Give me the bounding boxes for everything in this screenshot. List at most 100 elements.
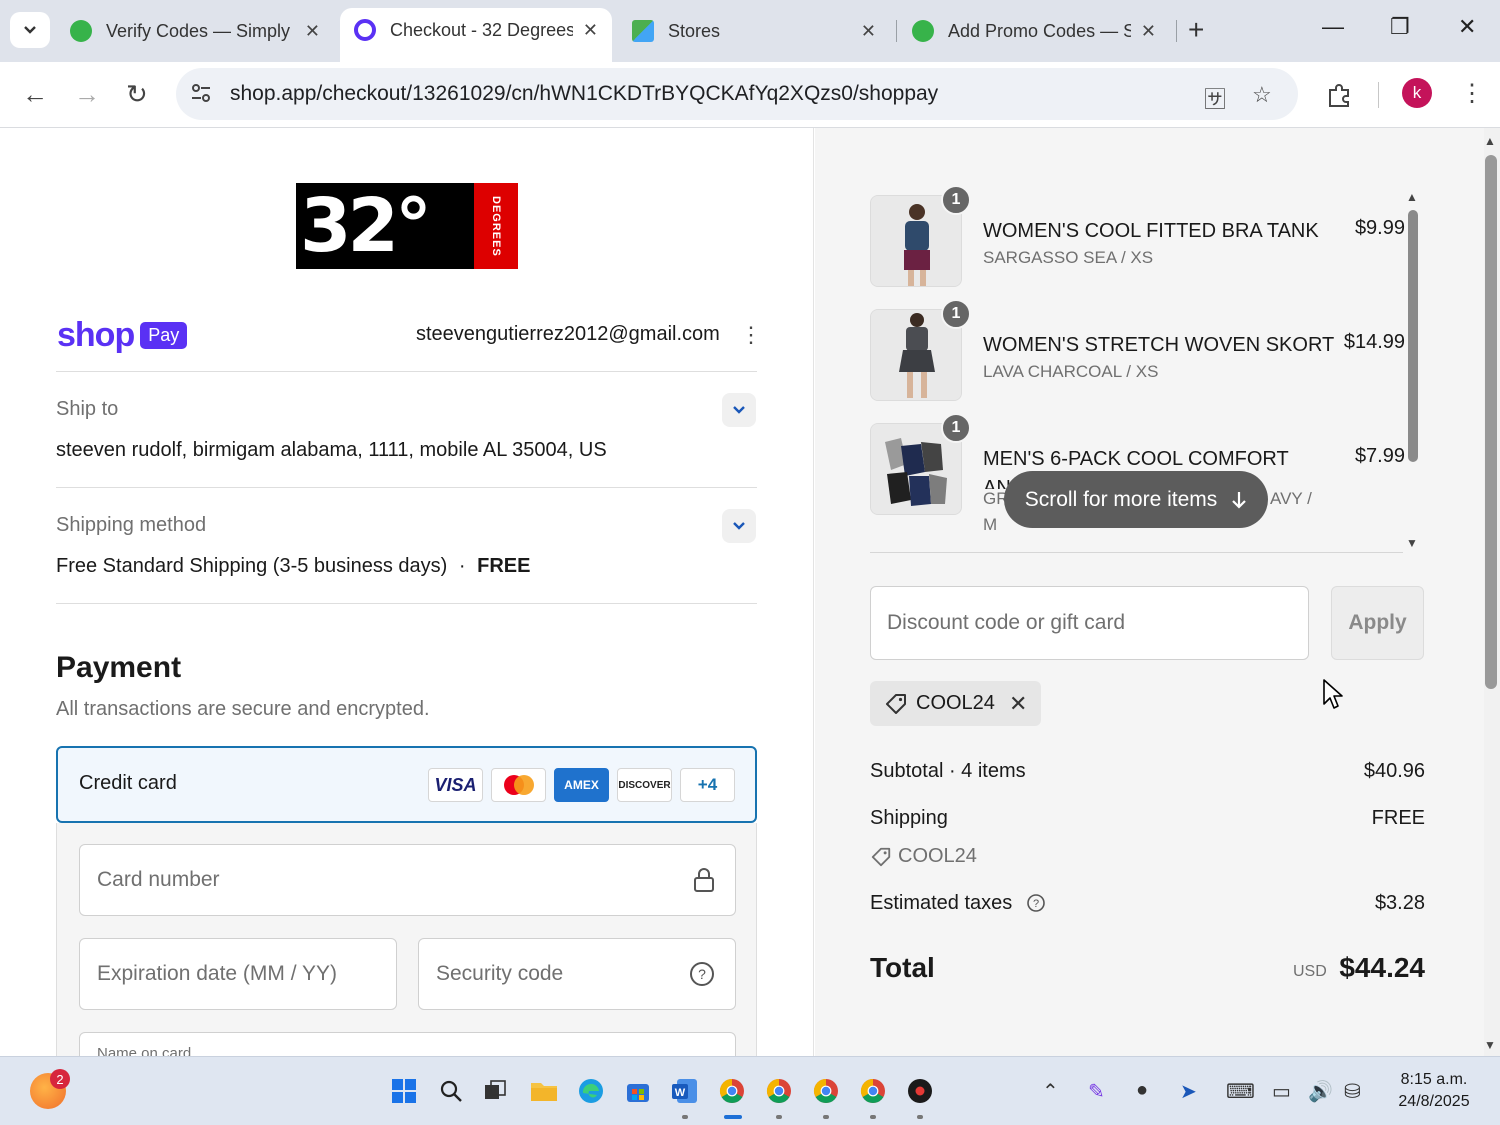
help-circle-icon[interactable]: ?	[689, 961, 715, 987]
scroll-hint-text: Scroll for more items	[1024, 487, 1218, 511]
chrome-app-icon[interactable]	[714, 1073, 750, 1109]
close-tab-icon[interactable]: ✕	[583, 20, 598, 41]
url-text[interactable]: shop.app/checkout/13261029/cn/hWN1CKDTrB…	[230, 82, 938, 106]
ship-to-label: Ship to	[56, 398, 119, 420]
card-number-field[interactable]	[79, 844, 736, 916]
translate-icon[interactable]: 🈂	[1204, 82, 1226, 114]
credit-card-label: Credit card	[79, 772, 177, 794]
minimize-icon[interactable]: —	[1322, 14, 1344, 40]
product-variant: SARGASSO SEA / XS	[983, 248, 1154, 267]
product-variant: M	[983, 515, 998, 534]
close-tab-icon[interactable]: ✕	[305, 21, 320, 42]
page-scrollbar-thumb[interactable]	[1485, 155, 1497, 689]
language-icon[interactable]: ⛁	[1344, 1079, 1361, 1104]
security-code-input[interactable]	[419, 939, 735, 1009]
profile-initial: k	[1412, 83, 1422, 102]
scroll-for-more-button[interactable]: Scroll for more items	[1004, 471, 1268, 528]
close-window-icon[interactable]: ✕	[1458, 14, 1476, 40]
shipping-method-expand-button[interactable]	[722, 509, 756, 543]
help-circle-icon[interactable]: ?	[1026, 893, 1046, 913]
tab-checkout[interactable]: Checkout - 32 Degrees ✕	[340, 8, 612, 62]
page-scroll-up-icon[interactable]: ▲	[1484, 134, 1496, 148]
restore-icon[interactable]: ❐	[1390, 14, 1410, 40]
recorder-app-icon[interactable]	[902, 1073, 938, 1109]
back-icon[interactable]: ←	[22, 80, 48, 108]
forward-icon[interactable]: →	[74, 80, 100, 108]
file-explorer-icon[interactable]	[526, 1073, 562, 1109]
remove-discount-icon[interactable]: ✕	[1009, 691, 1027, 717]
credit-card-form: ? Name on card	[56, 823, 757, 1056]
page-scroll-down-icon[interactable]: ▼	[1484, 1038, 1496, 1052]
close-tab-icon[interactable]: ✕	[861, 21, 876, 42]
items-scrollbar-thumb[interactable]	[1408, 210, 1418, 462]
line-item: 1 WOMEN'S COOL FITTED BRA TANK SARGASSO …	[870, 185, 1405, 295]
shipping-method-price: FREE	[477, 555, 531, 577]
edge-browser-icon[interactable]	[573, 1073, 609, 1109]
tab-title: Checkout - 32 Degrees	[390, 19, 573, 40]
word-app-icon[interactable]: W	[667, 1073, 703, 1109]
arrow-down-icon	[1232, 491, 1247, 509]
close-tab-icon[interactable]: ✕	[1141, 21, 1156, 42]
tab-verify-codes[interactable]: Verify Codes — Simply ✕	[56, 10, 334, 52]
keyboard-icon[interactable]: ⌨	[1226, 1079, 1255, 1104]
shipping-method-name: Free Standard Shipping (3-5 business day…	[56, 555, 448, 577]
display-icon[interactable]: ▭	[1272, 1079, 1291, 1104]
tab-stores[interactable]: Stores ✕	[618, 10, 890, 52]
applied-code-text: COOL24	[916, 692, 995, 714]
recorder-tray-icon[interactable]: ●	[1136, 1079, 1148, 1102]
logo-tag: DEGREES	[474, 183, 518, 269]
chrome-app-icon[interactable]	[855, 1073, 891, 1109]
expiration-field[interactable]	[79, 938, 397, 1010]
payment-heading: Payment	[56, 651, 182, 684]
apply-discount-button[interactable]: Apply	[1331, 586, 1424, 660]
shipping-row: Shipping FREE	[870, 807, 1425, 830]
chrome-app-icon[interactable]	[808, 1073, 844, 1109]
task-view-icon[interactable]	[477, 1073, 513, 1109]
discover-text: DISCOVER	[618, 779, 671, 791]
profile-avatar[interactable]: k	[1402, 78, 1432, 108]
toolbar-separator	[1378, 82, 1379, 108]
expiration-input[interactable]	[80, 939, 396, 1009]
pen-tray-icon[interactable]: ✎	[1088, 1079, 1105, 1104]
menu-kebab-icon[interactable]: ⋮	[1460, 80, 1484, 108]
store-app-icon[interactable]	[620, 1073, 656, 1109]
card-number-input[interactable]	[80, 845, 735, 915]
discount-code-field[interactable]	[870, 586, 1309, 660]
product-price: $14.99	[1343, 331, 1405, 353]
ship-to-expand-button[interactable]	[722, 393, 756, 427]
tab-favicon-icon	[912, 20, 934, 42]
chrome-app-icon[interactable]	[761, 1073, 797, 1109]
new-tab-icon[interactable]: +	[1188, 16, 1204, 44]
tab-search-button[interactable]	[10, 12, 50, 48]
send-tray-icon[interactable]: ➤	[1180, 1079, 1197, 1104]
more-cards-badge[interactable]: +4	[680, 768, 735, 802]
scroll-up-icon[interactable]: ▲	[1406, 190, 1418, 204]
active-indicator	[724, 1115, 742, 1119]
show-hidden-icons-icon[interactable]: ⌃	[1042, 1079, 1059, 1104]
search-icon[interactable]	[433, 1073, 469, 1109]
store-logo[interactable]: 32° DEGREES	[296, 183, 518, 269]
extensions-icon[interactable]	[1326, 82, 1352, 108]
discount-summary-code: COOL24	[898, 845, 977, 867]
tab-title: Add Promo Codes — S	[948, 20, 1131, 41]
browser-tab-bar: Verify Codes — Simply ✕ Checkout - 32 De…	[0, 0, 1500, 62]
account-menu-icon[interactable]: ⋮	[740, 322, 762, 348]
discover-logo: DISCOVER	[617, 768, 672, 802]
address-bar[interactable]: shop.app/checkout/13261029/cn/hWN1CKDTrB…	[176, 68, 1298, 120]
tab-add-promo-codes[interactable]: Add Promo Codes — S ✕	[898, 10, 1170, 52]
name-on-card-field[interactable]: Name on card	[79, 1032, 736, 1056]
security-code-field[interactable]: ?	[418, 938, 736, 1010]
discount-code-input[interactable]	[871, 587, 1308, 659]
reload-icon[interactable]: ↻	[126, 80, 148, 108]
system-clock[interactable]: 8:15 a.m. 24/8/2025	[1384, 1069, 1484, 1113]
scroll-down-icon[interactable]: ▼	[1406, 536, 1418, 550]
windows-start-icon[interactable]	[386, 1073, 422, 1109]
product-variant: LAVA CHARCOAL / XS	[983, 362, 1159, 381]
shop-pay-logo: shop Pay	[57, 316, 188, 355]
shipping-method-label: Shipping method	[56, 514, 207, 536]
site-settings-icon[interactable]	[190, 82, 212, 104]
credit-card-option[interactable]: Credit card VISA AMEX DISCOVER +4	[56, 746, 757, 823]
divider	[870, 552, 1403, 553]
bookmark-star-icon[interactable]: ☆	[1252, 82, 1272, 108]
volume-icon[interactable]: 🔊	[1308, 1079, 1333, 1104]
